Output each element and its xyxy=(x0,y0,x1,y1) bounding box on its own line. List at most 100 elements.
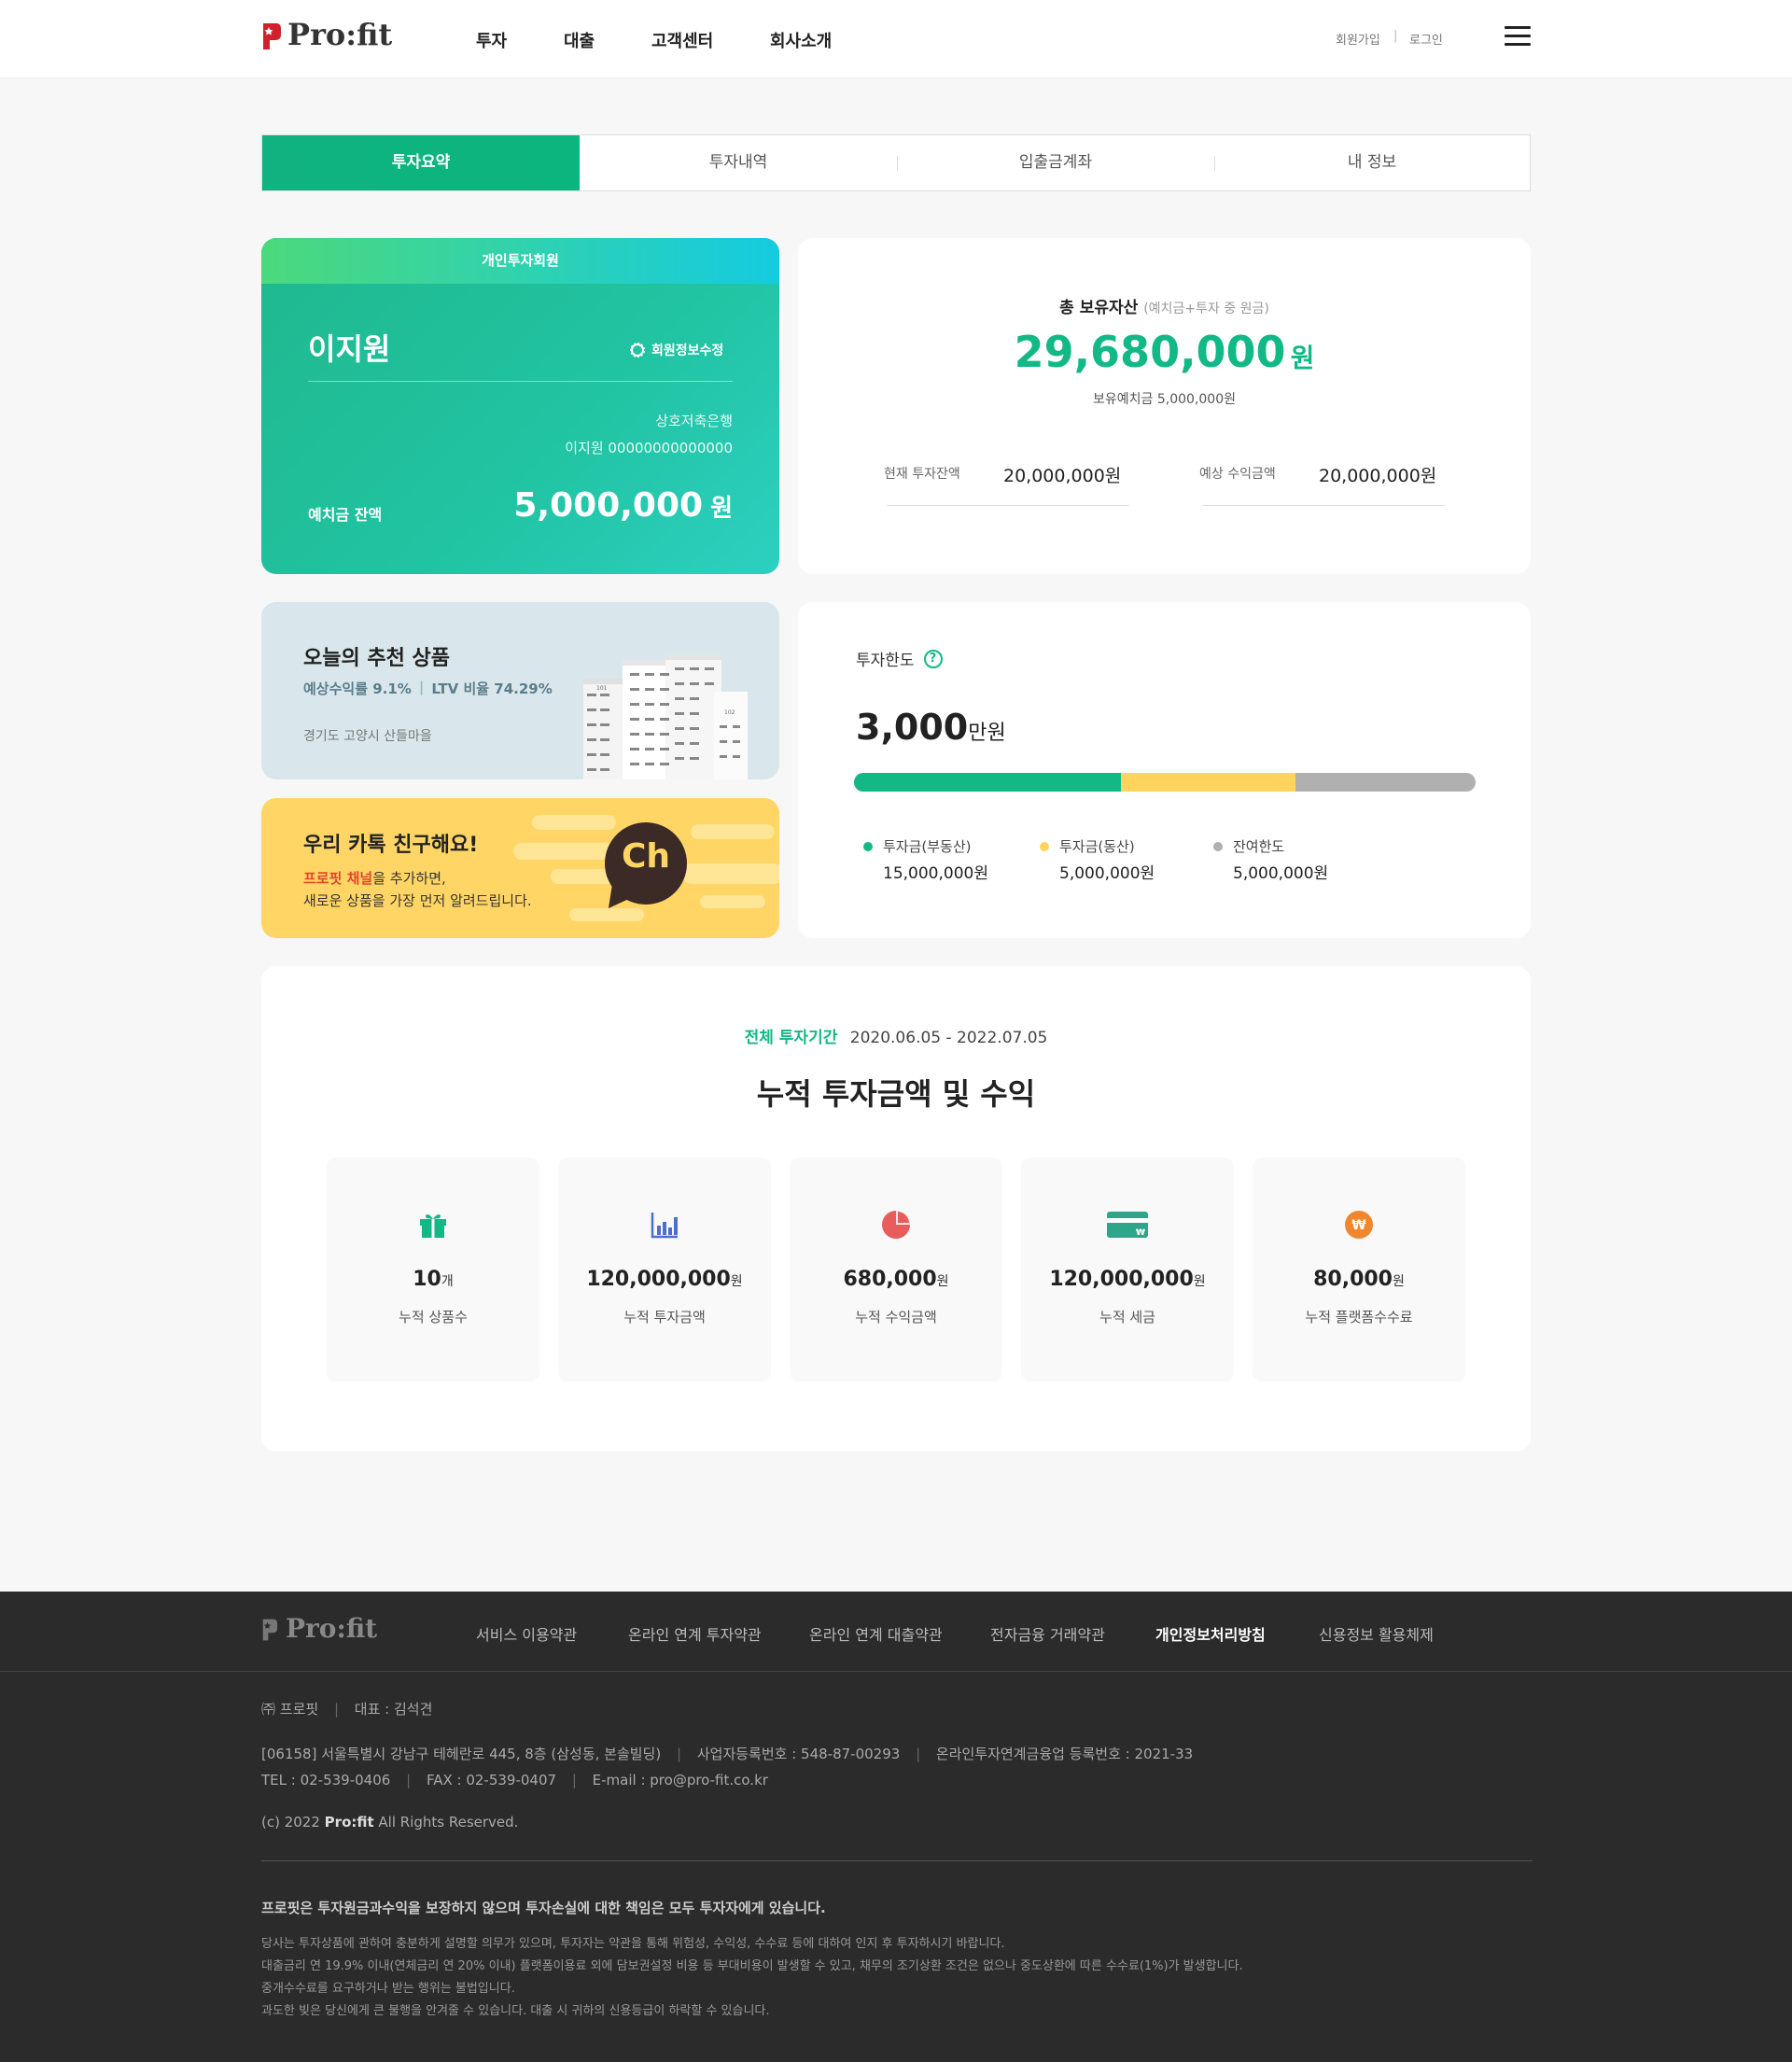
divider xyxy=(308,381,733,382)
address-row: [06158] 서울특별시 강남구 테헤란로 445, 8층 (삼성동, 본솔빌… xyxy=(261,1744,1193,1763)
kakao-line2: 새로운 상품을 가장 먼저 알려드립니다. xyxy=(303,892,532,909)
stat-divider: | xyxy=(418,679,425,695)
balance-value: 5,000,000 xyxy=(513,486,704,525)
period-value: 2020.06.05 - 2022.07.05 xyxy=(849,1029,1048,1047)
tab-history[interactable]: 투자내역 xyxy=(580,135,897,190)
cumulative-title: 누적 투자금액 및 수익 xyxy=(756,1076,1036,1112)
pie-chart-icon xyxy=(882,1211,910,1239)
expected-profit-label: 예상 수익금액 xyxy=(1199,467,1276,482)
limit-value: 3,000 xyxy=(856,707,969,748)
recommend-location: 경기도 고양시 산들마을 xyxy=(303,729,432,744)
total-assets-label: 총 보유자산 xyxy=(1059,299,1139,317)
tab-my-info[interactable]: 내 정보 xyxy=(1213,135,1531,190)
nav-loan[interactable]: 대출 xyxy=(564,28,595,52)
notice-line: 과도한 빚은 당신에게 큰 불행을 안겨줄 수 있습니다. 대출 시 귀하의 신… xyxy=(261,2004,770,2018)
total-assets-card: 총 보유자산 (예치금+투자 중 원금) 29,680,000 원 보유예치금 … xyxy=(798,238,1531,574)
sep: | xyxy=(571,1772,577,1788)
tab-summary[interactable]: 투자요약 xyxy=(262,135,580,190)
logo-text[interactable]: Pro:fit xyxy=(287,17,392,52)
footer-logo-text[interactable]: Pro:fit xyxy=(286,1613,377,1644)
gear-icon xyxy=(630,343,645,358)
footer-divider xyxy=(0,1671,1792,1672)
nav-customer-center[interactable]: 고객센터 xyxy=(651,28,713,52)
profit-logo-icon[interactable] xyxy=(261,21,282,51)
footer-link-privacy[interactable]: 개인정보처리방침 xyxy=(1155,1622,1266,1645)
bank-name: 상호저축은행 xyxy=(655,413,733,429)
investment-limit-card: 투자한도 ? 3,000 만원 xyxy=(798,602,1531,938)
sep: | xyxy=(406,1772,412,1788)
total-assets-value: 29,680,000 xyxy=(1014,327,1286,377)
tab-bar: 투자요약 투자내역 입출금계좌 내 정보 xyxy=(261,134,1531,191)
recommended-product-card[interactable]: 오늘의 추천 상품 예상수익률 9.1% | LTV 비율 74.29% 경기도… xyxy=(261,602,779,779)
legend-label-remaining: 잔여한도 xyxy=(1233,838,1285,855)
notice-title: 프로핏은 투자원금과수익을 보장하지 않으며 투자손실에 대한 책임은 모두 투… xyxy=(261,1900,826,1916)
footer-link-invest-terms[interactable]: 온라인 연계 투자약관 xyxy=(628,1622,762,1645)
balance-amount: 5,000,000 원 xyxy=(513,486,733,525)
copyright: (c) 2022 Pro:fit All Rights Reserved. xyxy=(261,1814,519,1831)
footer-divider xyxy=(261,1860,1533,1861)
edit-profile-button[interactable]: 회원정보수정 xyxy=(630,341,723,359)
company-name: ㈜ 프로핏 xyxy=(261,1701,319,1718)
kakao-line1-rest: 을 추가하면, xyxy=(372,870,446,887)
stat-value: 10개 xyxy=(413,1268,454,1291)
telephone: TEL : 02-539-0406 xyxy=(261,1772,391,1788)
investment-limit-progress xyxy=(854,773,1476,792)
expected-profit-value: 20,000,000원 xyxy=(1319,466,1437,486)
period-row: 전체 투자기간 2020.06.05 - 2022.07.05 xyxy=(261,1024,1531,1047)
recommend-stats: 예상수익률 9.1% | LTV 비율 74.29% xyxy=(303,679,553,698)
legend-label-real-estate: 투자금(부동산) xyxy=(883,838,972,855)
stat-invest-amount: 120,000,000원 누적 투자금액 xyxy=(558,1157,771,1382)
recommend-title: 오늘의 추천 상품 xyxy=(303,647,450,670)
kakao-channel-card[interactable]: 우리 카톡 친구해요! 프로핏 채널을 추가하면, 새로운 상품을 가장 먼저 … xyxy=(261,798,779,938)
nav-invest[interactable]: 투자 xyxy=(476,28,507,52)
bar-chart-icon xyxy=(651,1213,678,1239)
company-row: ㈜ 프로핏 | 대표 : 김석견 xyxy=(261,1699,432,1718)
member-card: 개인투자회원 이지원 회원정보수정 상호저축은행 이지원 00000000000… xyxy=(261,238,779,574)
period-label: 전체 투자기간 xyxy=(744,1029,838,1047)
total-assets-note: (예치금+투자 중 원금) xyxy=(1143,302,1269,316)
balance-unit: 원 xyxy=(710,495,733,523)
legend-dot-movable xyxy=(1040,842,1049,851)
card-icon: ₩ xyxy=(1107,1212,1148,1238)
limit-unit: 만원 xyxy=(968,722,1006,745)
limit-title: 투자한도 xyxy=(856,652,915,670)
email[interactable]: E-mail : pro@pro-fit.co.kr xyxy=(593,1772,768,1788)
won-coin-icon: ₩ xyxy=(1345,1211,1373,1239)
legend-value-real-estate: 15,000,000원 xyxy=(883,864,988,883)
stat-label: 누적 세금 xyxy=(1099,1309,1155,1326)
stat-value: 680,000원 xyxy=(843,1268,949,1291)
footer-link-efinance-terms[interactable]: 전자금융 거래약관 xyxy=(990,1622,1105,1645)
tab-account[interactable]: 입출금계좌 xyxy=(897,135,1214,190)
stat-label: 누적 투자금액 xyxy=(623,1309,706,1326)
stat-value: 80,000원 xyxy=(1313,1268,1405,1291)
fax: FAX : 02-539-0407 xyxy=(426,1772,557,1788)
footer-link-credit-info[interactable]: 신용정보 활용체제 xyxy=(1319,1622,1434,1645)
progress-real-estate xyxy=(854,773,1122,792)
gift-icon xyxy=(420,1213,446,1238)
footer-link-loan-terms[interactable]: 온라인 연계 대출약관 xyxy=(809,1622,943,1645)
question-icon[interactable]: ? xyxy=(923,649,943,668)
registration-number: 온라인투자연계금융업 등록번호 : 2021-33 xyxy=(935,1746,1194,1762)
notice-line: 대출금리 연 19.9% 이내(연체금리 연 20% 이내) 플랫폼이용료 외에… xyxy=(261,1959,1243,1973)
limit-title-row: 투자한도 ? xyxy=(856,647,943,670)
footer-link-terms[interactable]: 서비스 이용약관 xyxy=(476,1622,577,1645)
contact-row: TEL : 02-539-0406 | FAX : 02-539-0407 | … xyxy=(261,1772,768,1788)
ceo-name: 대표 : 김석견 xyxy=(354,1701,433,1718)
stat-tax: ₩ 120,000,000원 누적 세금 xyxy=(1021,1157,1234,1382)
total-assets-title: 총 보유자산 (예치금+투자 중 원금) xyxy=(798,294,1531,317)
sep: | xyxy=(677,1746,682,1762)
kakao-line1: 프로핏 채널을 추가하면, xyxy=(303,868,446,888)
total-assets-amount: 29,680,000 원 xyxy=(798,327,1531,377)
current-balance-value: 20,000,000원 xyxy=(1003,466,1122,486)
apartment-building-icon: 101 102 xyxy=(583,654,748,779)
stat-products: 10개 누적 상품수 xyxy=(327,1157,539,1382)
login-link[interactable]: 로그인 xyxy=(1409,30,1443,48)
nav-company[interactable]: 회사소개 xyxy=(770,28,832,52)
stat-value: 120,000,000원 xyxy=(1049,1268,1206,1291)
signup-link[interactable]: 회원가입 xyxy=(1336,30,1380,48)
notice-line: 중개수수료를 요구하거나 받는 행위는 불법입니다. xyxy=(261,1982,515,1996)
stat-profit: 680,000원 누적 수익금액 xyxy=(790,1157,1002,1382)
menu-icon[interactable] xyxy=(1505,26,1531,47)
stat-platform-fee: ₩ 80,000원 누적 플랫폼수수료 xyxy=(1253,1157,1465,1382)
stat-label: 누적 수익금액 xyxy=(855,1309,937,1326)
